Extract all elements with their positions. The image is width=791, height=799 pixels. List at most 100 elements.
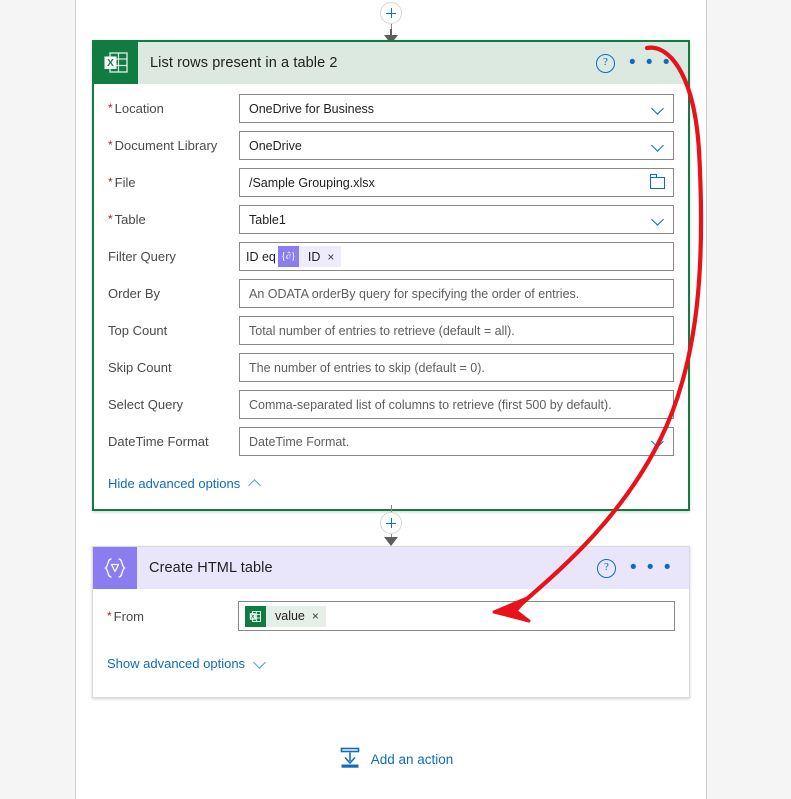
field-row-top-count: Top Count Total number of entries to ret…: [94, 316, 688, 345]
dynamic-content-token[interactable]: X value ×: [245, 605, 326, 627]
field-label-table: * Table: [108, 212, 146, 227]
card-body: * Location OneDrive for Business * Documen…: [94, 84, 688, 509]
filter-query-token-group: ID eq {∂} ID ×: [246, 243, 342, 270]
card-header-actions: ? • • •: [596, 558, 689, 578]
field-label-filter-query: Filter Query: [108, 249, 176, 264]
add-an-action-button[interactable]: Add an action: [0, 746, 791, 773]
field-label-skip-count: Skip Count: [108, 360, 172, 375]
field-label-top-count: Top Count: [108, 323, 168, 338]
filter-query-input[interactable]: ID eq {∂} ID ×: [239, 242, 674, 271]
advanced-options-row-create-html-table[interactable]: Show advanced options: [93, 639, 689, 697]
remove-token-icon[interactable]: ×: [312, 609, 319, 623]
token-label: value: [275, 609, 305, 623]
required-asterisk: *: [108, 175, 113, 189]
action-card-list-rows[interactable]: X List rows present in a table 2 ? • • •…: [92, 40, 690, 511]
required-asterisk: *: [108, 101, 113, 115]
remove-token-icon[interactable]: ×: [327, 250, 334, 264]
field-label-location: * Location: [108, 101, 164, 116]
required-asterisk: *: [107, 608, 112, 623]
add-step-button-middle[interactable]: [380, 512, 402, 534]
connector-middle: [373, 505, 409, 546]
folder-picker-icon[interactable]: [649, 173, 665, 189]
chevron-down-icon[interactable]: [652, 102, 665, 115]
top-count-placeholder: Total number of entries to retrieve (def…: [249, 323, 515, 338]
document-library-input[interactable]: OneDrive: [239, 131, 674, 160]
datetime-format-placeholder: DateTime Format.: [249, 434, 350, 449]
skip-count-placeholder: The number of entries to skip (default =…: [249, 360, 485, 375]
field-row-file: * File /Sample Grouping.xlsx: [94, 168, 688, 197]
excel-icon: X: [245, 605, 266, 627]
field-row-order-by: Order By An ODATA orderBy query for spec…: [94, 279, 688, 308]
connector-arrow-head: [384, 537, 398, 546]
expression-braces-icon: [93, 547, 137, 589]
field-row-select-query: Select Query Comma-separated list of col…: [94, 390, 688, 419]
datetime-format-input[interactable]: DateTime Format.: [239, 427, 674, 456]
connector-stem-top: [390, 505, 392, 512]
add-action-arrow-icon: [338, 746, 362, 773]
location-value: OneDrive for Business: [249, 101, 375, 116]
field-row-datetime-format: DateTime Format DateTime Format.: [94, 427, 688, 456]
document-library-value: OneDrive: [249, 138, 302, 153]
help-icon[interactable]: ?: [595, 53, 615, 73]
show-advanced-options-link[interactable]: Show advanced options: [107, 656, 245, 671]
token-label: ID: [307, 249, 321, 264]
card-body: * From X value × Show advanced options: [93, 589, 689, 697]
location-input[interactable]: OneDrive for Business: [239, 94, 674, 123]
svg-text:X: X: [251, 614, 255, 620]
left-gutter: [0, 0, 75, 799]
excel-table-icon: X: [94, 42, 138, 84]
field-label-file: * File: [108, 175, 136, 190]
more-options-icon[interactable]: • • •: [630, 558, 673, 577]
token-body: value ×: [266, 605, 326, 627]
more-options-icon[interactable]: • • •: [629, 53, 672, 72]
required-asterisk: *: [108, 212, 113, 226]
table-input[interactable]: Table1: [239, 205, 674, 234]
table-value: Table1: [249, 212, 286, 227]
field-row-filter-query: Filter Query ID eq {∂} ID ×: [94, 242, 688, 271]
chevron-down-icon[interactable]: [254, 657, 267, 670]
right-gutter: [708, 0, 791, 799]
select-query-input[interactable]: Comma-separated list of columns to retri…: [239, 390, 674, 419]
field-row-location: * Location OneDrive for Business: [94, 94, 688, 123]
field-label-order-by: Order By: [108, 286, 161, 301]
card-header[interactable]: Create HTML table ? • • •: [93, 547, 689, 589]
field-label-datetime-format: DateTime Format: [108, 434, 209, 449]
chevron-down-icon[interactable]: [652, 213, 665, 226]
card-header-actions: ? • • •: [595, 53, 688, 73]
svg-text:X: X: [107, 58, 114, 69]
connector-top: [373, 2, 409, 44]
expression-icon: {∂}: [277, 246, 299, 267]
field-row-document-library: * Document Library OneDrive: [94, 131, 688, 160]
required-asterisk: *: [108, 138, 113, 152]
order-by-placeholder: An ODATA orderBy query for specifying th…: [249, 286, 580, 301]
chevron-down-icon[interactable]: [652, 139, 665, 152]
chevron-up-icon[interactable]: [249, 477, 262, 490]
top-count-input[interactable]: Total number of entries to retrieve (def…: [239, 316, 674, 345]
dynamic-content-token[interactable]: {∂} ID ×: [277, 246, 342, 268]
help-icon[interactable]: ?: [596, 558, 616, 578]
advanced-options-row-list-rows[interactable]: Hide advanced options: [94, 464, 688, 509]
order-by-input[interactable]: An ODATA orderBy query for specifying th…: [239, 279, 674, 308]
from-token-group: X value ×: [245, 602, 326, 630]
card-header[interactable]: X List rows present in a table 2 ? • • •: [94, 42, 688, 84]
filter-query-text: ID eq: [246, 249, 276, 264]
field-label-select-query: Select Query: [108, 397, 184, 412]
chevron-down-icon[interactable]: [652, 435, 665, 448]
field-label-document-library: * Document Library: [108, 138, 218, 153]
skip-count-input[interactable]: The number of entries to skip (default =…: [239, 353, 674, 382]
select-query-placeholder: Comma-separated list of columns to retri…: [249, 397, 612, 412]
field-row-skip-count: Skip Count The number of entries to skip…: [94, 353, 688, 382]
add-step-button-top[interactable]: [380, 2, 402, 24]
action-card-create-html-table[interactable]: Create HTML table ? • • • * From X value…: [92, 546, 690, 698]
add-an-action-label: Add an action: [370, 752, 454, 767]
card-title: Create HTML table: [149, 560, 273, 576]
file-input[interactable]: /Sample Grouping.xlsx: [239, 168, 674, 197]
card-title: List rows present in a table 2: [150, 55, 338, 71]
token-body: ID ×: [298, 246, 342, 267]
file-value: /Sample Grouping.xlsx: [249, 175, 375, 190]
hide-advanced-options-link[interactable]: Hide advanced options: [108, 476, 240, 491]
field-row-table: * Table Table1: [94, 205, 688, 234]
field-label-from: * From: [107, 608, 145, 624]
field-row-from: * From X value ×: [93, 601, 689, 631]
from-input[interactable]: X value ×: [238, 601, 675, 631]
